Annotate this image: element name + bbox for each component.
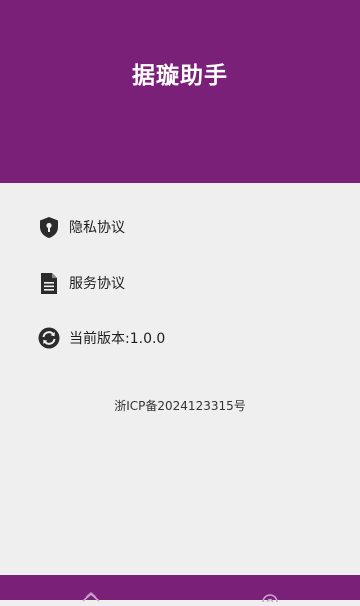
current-version-label: 当前版本:1.0.0 [69,331,166,347]
app-title: 据璇助手 [132,63,228,89]
app-header: 据璇助手 [0,0,360,183]
document-icon [38,271,60,295]
home-icon[interactable] [81,587,101,602]
menu-item-privacy-policy[interactable]: 隐私协议 [38,214,125,240]
privacy-policy-label: 隐私协议 [69,220,125,236]
shield-lock-icon [38,215,60,239]
menu-item-service-agreement[interactable]: 服务协议 [38,270,125,296]
menu-item-current-version[interactable]: 当前版本:1.0.0 [38,325,165,351]
service-agreement-label: 服务协议 [69,276,125,292]
icp-record-text: 浙ICP备2024123315号 [114,399,246,413]
bottom-navigation-bar [0,575,360,606]
settings-icon[interactable] [260,587,280,606]
refresh-icon [38,326,60,350]
